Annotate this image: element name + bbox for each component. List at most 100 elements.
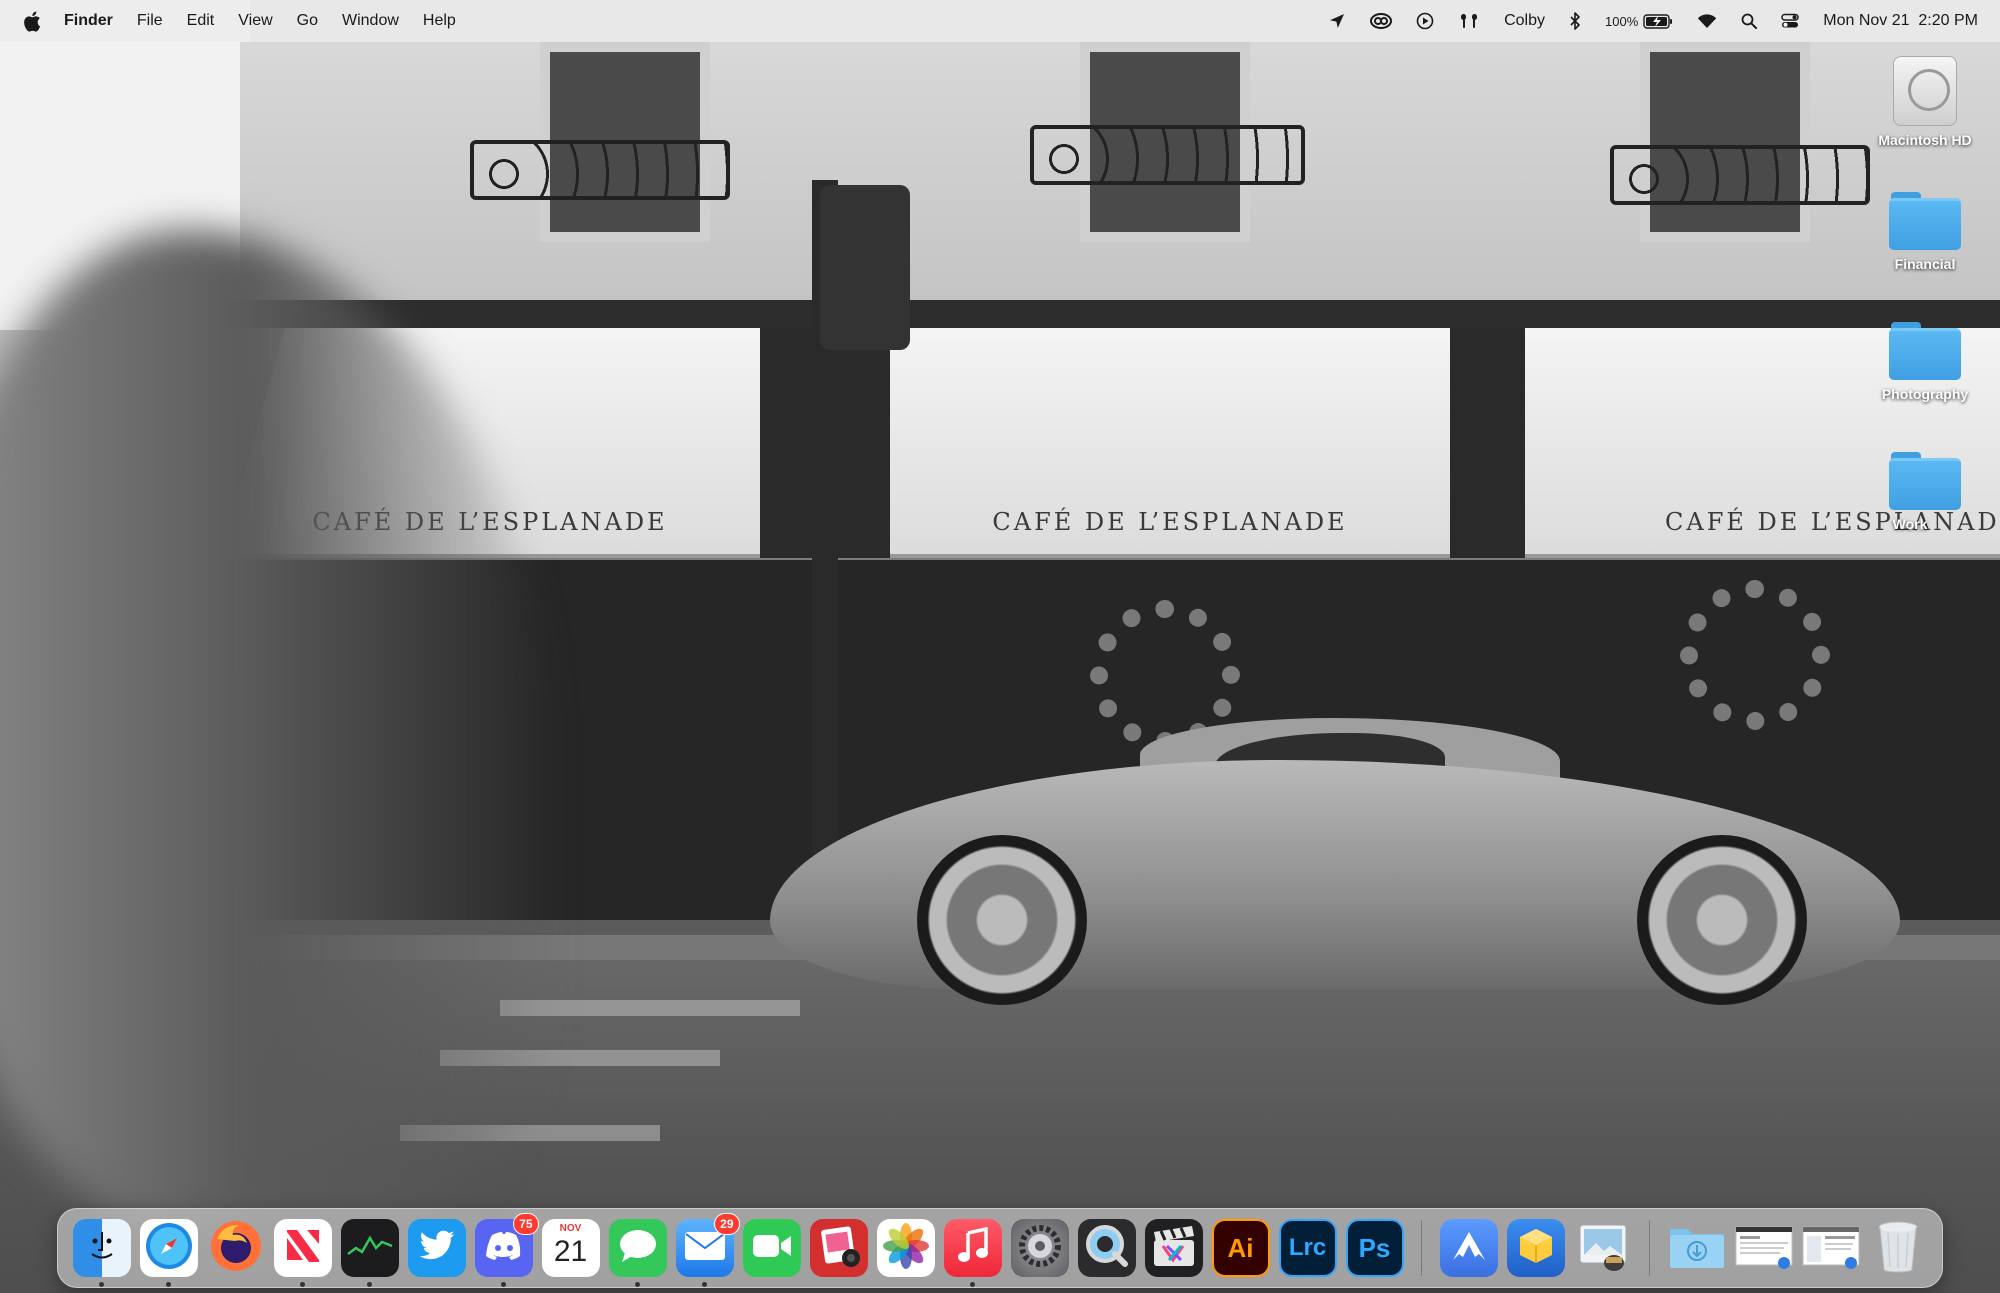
dock-app-discord[interactable]: 75 [474, 1213, 539, 1287]
dock-app-quicktime[interactable] [1077, 1219, 1136, 1277]
screenshot-icon [1801, 1221, 1861, 1276]
dock-app-keka[interactable] [1506, 1219, 1565, 1277]
desktop-item-label: Financial [1894, 256, 1956, 272]
twitter-icon [418, 1230, 456, 1267]
dock-app-preview[interactable] [1574, 1219, 1632, 1277]
facetime-icon [752, 1233, 792, 1264]
dock-app-calendar[interactable]: NOV 21 [541, 1219, 600, 1277]
running-indicator [366, 1282, 372, 1287]
dock-app-finder[interactable] [72, 1219, 131, 1287]
menu-edit[interactable]: Edit [187, 12, 215, 30]
running-indicator [969, 1282, 975, 1287]
wallpaper-car-wheel [917, 835, 1087, 1005]
wallpaper-balcony [1610, 145, 1870, 205]
battery-status[interactable]: 100% [1605, 0, 1673, 42]
running-indicator [634, 1282, 640, 1287]
safari-icon [144, 1221, 194, 1276]
dock-app-photoshop[interactable]: Ps [1345, 1219, 1404, 1277]
discord-icon [485, 1231, 523, 1266]
wallpaper-car-wheel [1637, 835, 1807, 1005]
running-indicator [701, 1282, 707, 1287]
desktop-item-photography[interactable]: Photography [1850, 322, 2000, 402]
desktop-wallpaper: CAFÉ DE L’ESPLANADE CAFÉ DE L’ESPLANADE … [0, 0, 2000, 1293]
wallpaper-cornice [160, 300, 2000, 328]
preview-icon [1576, 1219, 1630, 1278]
clapper-icon [1151, 1224, 1197, 1273]
dock-app-photo-booth[interactable] [809, 1219, 868, 1277]
wallpaper-awning: CAFÉ DE L’ESPLANADE [890, 328, 1450, 558]
music-note-icon [956, 1226, 990, 1270]
now-playing-icon[interactable] [1416, 0, 1434, 42]
wallpaper-traffic-signal [820, 185, 910, 350]
menu-view[interactable]: View [238, 12, 272, 30]
news-icon [281, 1224, 325, 1273]
box-icon [1516, 1226, 1556, 1271]
dock-app-lightroom-classic[interactable]: Lrc [1278, 1219, 1337, 1277]
notification-badge: 75 [513, 1213, 539, 1235]
screenshot-icon [1734, 1221, 1794, 1276]
clock[interactable]: Mon Nov 21 2:20 PM [1823, 0, 1978, 42]
running-indicator [165, 1282, 171, 1287]
battery-charging-icon [1643, 13, 1673, 29]
spotlight-search-icon[interactable] [1741, 0, 1758, 42]
dock-app-music[interactable] [943, 1219, 1002, 1287]
photos-icon [882, 1222, 930, 1275]
desktop-item-financial[interactable]: Financial [1850, 192, 2000, 272]
desktop-item-label: Macintosh HD [1878, 132, 1972, 148]
location-services-icon[interactable] [1328, 0, 1346, 42]
menu-window[interactable]: Window [342, 12, 399, 30]
running-indicator [299, 1282, 305, 1287]
wallpaper-window [1640, 42, 1810, 242]
wifi-icon[interactable] [1697, 0, 1717, 42]
calendar-month: NOV [559, 1223, 582, 1234]
dock-separator [1421, 1220, 1422, 1276]
apple-menu-icon[interactable] [22, 10, 42, 32]
dock-app-news[interactable] [273, 1219, 332, 1287]
user-switcher[interactable]: Colby [1504, 0, 1545, 42]
bluetooth-icon[interactable] [1569, 0, 1581, 42]
hard-drive-icon [1893, 56, 1957, 126]
dock-stack-downloads[interactable] [1668, 1219, 1726, 1277]
creative-cloud-icon[interactable] [1370, 0, 1393, 42]
dock-app-nordvpn[interactable] [1439, 1219, 1498, 1277]
dock-app-safari[interactable] [139, 1219, 198, 1287]
dock-app-mail[interactable]: 29 [675, 1213, 740, 1287]
illustrator-icon: Ai [1227, 1233, 1254, 1263]
folder-icon [1889, 452, 1961, 510]
firefox-icon [209, 1219, 263, 1278]
dock-app-facetime[interactable] [742, 1219, 801, 1277]
dock-app-illustrator[interactable]: Ai [1211, 1219, 1270, 1277]
wallpaper-balcony [470, 140, 730, 200]
mail-icon [684, 1231, 726, 1266]
folder-icon [1889, 192, 1961, 250]
dock-app-twitter[interactable] [407, 1219, 466, 1277]
menu-app-finder[interactable]: Finder [64, 12, 113, 30]
dock-app-messages[interactable] [608, 1219, 667, 1287]
quicktime-icon [1083, 1222, 1131, 1275]
dock-app-final-cut-pro[interactable] [1144, 1219, 1203, 1277]
menu-go[interactable]: Go [297, 12, 318, 30]
dock-stack-screenshot-2[interactable] [1802, 1219, 1860, 1277]
dock-app-photos[interactable] [876, 1219, 935, 1277]
dock: 75 NOV 21 29 Ai Lrc Ps [57, 1208, 1943, 1288]
desktop-item-work[interactable]: Work [1850, 452, 2000, 532]
notification-badge: 29 [714, 1213, 740, 1235]
desktop-item-macintosh-hd[interactable]: Macintosh HD [1850, 56, 2000, 148]
menu-bar: Finder File Edit View Go Window Help Col… [0, 0, 2000, 42]
menu-file[interactable]: File [137, 12, 163, 30]
dock-stack-screenshot-1[interactable] [1735, 1219, 1793, 1277]
dock-trash[interactable] [1869, 1219, 1927, 1277]
airpods-icon[interactable] [1458, 0, 1480, 42]
dock-separator [1649, 1220, 1650, 1276]
dock-app-system-settings[interactable] [1010, 1219, 1069, 1277]
dock-app-stocks[interactable] [340, 1219, 399, 1287]
control-center-icon[interactable] [1781, 0, 1799, 42]
menu-help[interactable]: Help [423, 12, 456, 30]
messages-icon [617, 1227, 659, 1270]
downloads-folder-icon [1668, 1221, 1726, 1276]
finder-icon [82, 1226, 122, 1271]
dock-app-firefox[interactable] [207, 1219, 265, 1277]
user-name: Colby [1504, 12, 1545, 29]
trash-icon [1876, 1219, 1920, 1278]
date-time: Mon Nov 21 2:20 PM [1823, 12, 1978, 29]
